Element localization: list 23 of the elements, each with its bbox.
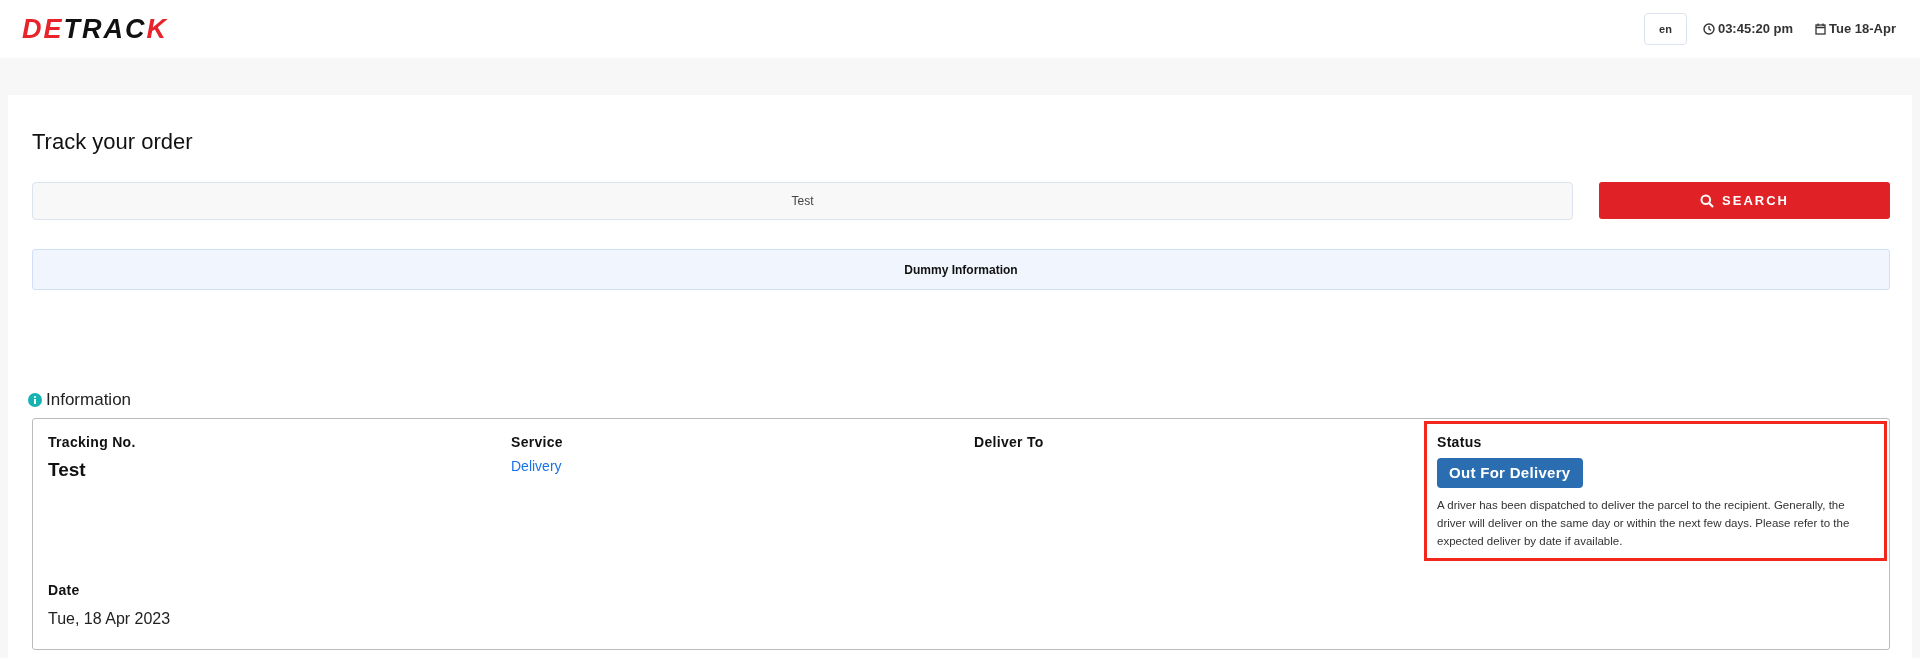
service-link[interactable]: Delivery <box>511 455 562 477</box>
detrack-logo: DETRACK <box>22 15 168 43</box>
field-value: Tue, 18 Apr 2023 <box>48 608 172 629</box>
search-field[interactable]: Test <box>32 182 1573 220</box>
field-label: Deliver To <box>974 432 1045 452</box>
field-label: Service <box>511 432 564 452</box>
page-title: Track your order <box>32 128 194 156</box>
search-icon <box>1700 193 1715 208</box>
search-button[interactable]: SEARCH <box>1599 182 1890 219</box>
clock-icon <box>1702 23 1715 35</box>
calendar-icon <box>1815 23 1827 35</box>
notice-bar: Dummy Information <box>32 249 1890 290</box>
info-icon <box>28 392 42 407</box>
current-time: 03:45:20 pm <box>1717 20 1794 39</box>
field-label: Tracking No. <box>48 432 137 452</box>
field-label: Status <box>1437 432 1483 452</box>
current-date: Tue 18-Apr <box>1829 20 1896 39</box>
language-button[interactable]: en <box>1644 13 1687 45</box>
field-label: Date <box>48 580 81 600</box>
status-badge: Out For Delivery <box>1437 457 1583 488</box>
field-value: Test <box>48 457 87 482</box>
section-title: Information <box>46 389 132 411</box>
status-description: A driver has been dispatched to deliver the parcel to the recipient. Generally, the driver will deliver on the same day or within the next few days. Please refer to the expected deliver by date if available. <box>1437 498 1851 549</box>
